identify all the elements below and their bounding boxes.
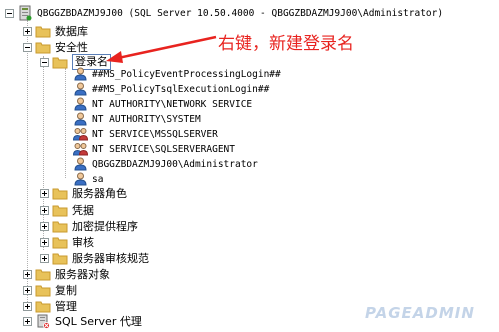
node-label: 服务器对象 xyxy=(55,268,110,281)
login-item-label: QBGGZBDAZMJ9J00\Administrator xyxy=(92,158,258,170)
folder-open-icon xyxy=(52,54,68,70)
folder-icon xyxy=(35,282,51,298)
sql-agent-icon xyxy=(35,313,51,329)
expand-toggle[interactable] xyxy=(23,285,32,295)
collapse-toggle[interactable] xyxy=(5,8,14,18)
expand-toggle[interactable] xyxy=(23,26,32,36)
expand-toggle[interactable] xyxy=(40,237,49,247)
folder-icon xyxy=(52,250,68,266)
folder-icon xyxy=(35,23,51,39)
expand-toggle[interactable] xyxy=(23,316,32,326)
tree-node-sql-agent[interactable]: SQL Server 代理 xyxy=(23,312,142,330)
node-label: 服务器角色 xyxy=(72,187,127,200)
folder-icon xyxy=(52,185,68,201)
folder-icon xyxy=(52,202,68,218)
login-item-label: NT AUTHORITY\NETWORK SERVICE xyxy=(92,98,253,110)
login-item-label: NT AUTHORITY\SYSTEM xyxy=(92,113,201,125)
server-icon xyxy=(17,5,33,21)
tree-guide-line xyxy=(65,68,66,178)
node-label: 复制 xyxy=(55,284,77,297)
login-item-label: NT SERVICE\MSSQLSERVER xyxy=(92,128,218,140)
expand-toggle[interactable] xyxy=(40,221,49,231)
login-item-label: sa xyxy=(92,173,104,185)
folder-icon xyxy=(52,234,68,250)
collapse-toggle[interactable] xyxy=(23,42,32,52)
sql-agent-label: SQL Server 代理 xyxy=(55,315,142,328)
tree-node-server-roles[interactable]: 服务器角色 xyxy=(40,184,127,202)
node-label: 凭据 xyxy=(72,204,94,217)
tree-node-server[interactable]: QBGGZBDAZMJ9J00 (SQL Server 10.50.4000 -… xyxy=(5,4,443,22)
folder-icon xyxy=(52,218,68,234)
server-label: QBGGZBDAZMJ9J00 (SQL Server 10.50.4000 -… xyxy=(37,7,444,19)
expand-toggle[interactable] xyxy=(23,269,32,279)
node-label: 审核 xyxy=(72,236,94,249)
watermark: PAGEADMIN xyxy=(365,304,475,322)
login-item-label: ##MS_PolicyEventProcessingLogin## xyxy=(92,68,281,80)
node-label: 加密提供程序 xyxy=(72,220,138,233)
login-item-label: ##MS_PolicyTsqlExecutionLogin## xyxy=(92,83,270,95)
collapse-toggle[interactable] xyxy=(40,57,49,67)
annotation-text: 右键，新建登录名 xyxy=(218,34,354,54)
annotation-arrow xyxy=(106,35,217,63)
login-item-label: NT SERVICE\SQLSERVERAGENT xyxy=(92,143,235,155)
expand-toggle[interactable] xyxy=(23,301,32,311)
databases-label: 数据库 xyxy=(55,25,88,38)
node-label: 服务器审核规范 xyxy=(72,252,149,265)
expand-toggle[interactable] xyxy=(40,205,49,215)
expand-toggle[interactable] xyxy=(40,188,49,198)
folder-icon xyxy=(35,266,51,282)
expand-toggle[interactable] xyxy=(40,253,49,263)
